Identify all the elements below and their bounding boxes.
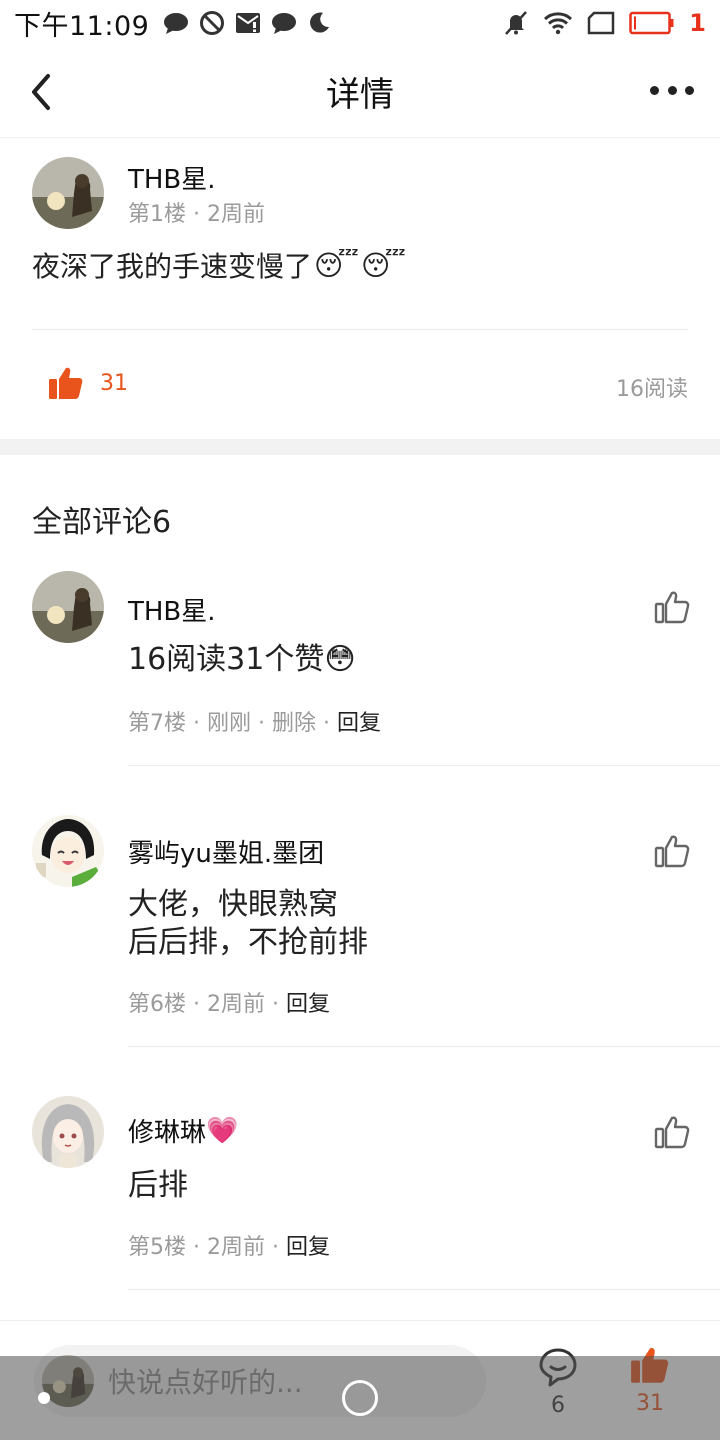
meta-separator: · — [272, 1235, 286, 1260]
post-like-count: 31 — [100, 370, 128, 396]
comment-meta: 第6楼 · 2周前 · 回复 — [128, 986, 330, 1018]
post-floor: 第1楼 — [128, 202, 186, 227]
meta-separator: · — [272, 992, 286, 1017]
post-card: THB星. 第1楼 · 2周前 夜深了我的手速变慢了 😴 😴 31 16阅读 — [0, 139, 720, 439]
divider — [128, 1289, 720, 1290]
more-menu-icon[interactable] — [650, 82, 694, 98]
comment-floor: 第6楼 — [128, 992, 186, 1017]
comment-meta: 第7楼 · 刚刚 · 删除 · 回复 — [128, 705, 381, 737]
post-author-name[interactable]: THB星. — [128, 159, 216, 196]
battery-level: 1 — [689, 9, 706, 37]
comment-time: 2周前 — [207, 992, 265, 1017]
mail-alert-icon — [236, 13, 261, 33]
comment-author-name: 雾屿yu墨姐.墨团 — [128, 839, 325, 869]
like-count: 31 — [636, 1391, 664, 1416]
reply-button[interactable]: 回复 — [337, 711, 381, 736]
divider — [128, 765, 720, 766]
chat-bubble-icon — [164, 13, 189, 34]
comment-item: THB星. 16阅读31个赞😳 第7楼 · 刚刚 · 删除 · 回复 — [0, 571, 720, 766]
post-content: 夜深了我的手速变慢了 😴 😴 — [32, 245, 406, 285]
comment-author-name: THB星. — [128, 597, 216, 627]
comment-author[interactable]: THB星. — [128, 591, 216, 628]
post-text: 夜深了我的手速变慢了 — [32, 250, 313, 283]
thumbs-up-outline-icon[interactable] — [654, 1114, 690, 1150]
comment-content: 后排 — [128, 1167, 188, 1205]
comments-heading: 全部评论6 — [32, 505, 172, 540]
comment-author-name: 修琳琳 — [128, 1118, 207, 1148]
back-arrow-icon[interactable] — [26, 72, 58, 112]
meta-separator: · — [193, 992, 207, 1017]
comment-author[interactable]: 修琳琳 💗 — [128, 1112, 238, 1149]
section-separator — [0, 439, 720, 455]
reply-button[interactable]: 回复 — [286, 1235, 330, 1260]
comment-content: 16阅读31个赞😳 — [128, 641, 356, 679]
meta-separator: · — [193, 202, 207, 227]
comment-floor: 第5楼 — [128, 1235, 186, 1260]
status-time: 下午11:09 — [14, 10, 150, 42]
sim-card-icon — [588, 11, 615, 35]
comment-avatar[interactable] — [32, 815, 104, 887]
comment-item: 修琳琳 💗 后排 第5楼 · 2周前 · 回复 — [0, 1096, 720, 1290]
comment-time: 刚刚 — [207, 711, 252, 736]
comment-author-emoji: 💗 — [206, 1115, 239, 1146]
gesture-dot — [38, 1392, 50, 1404]
comment-content: 大佬，快眼熟窝 后后排，不抢前排 — [128, 886, 368, 962]
meta-separator: · — [258, 711, 273, 736]
comment-text-line: 16阅读31个赞😳 — [128, 642, 356, 677]
comment-input[interactable]: 快说点好听的... — [34, 1345, 486, 1417]
comment-avatar[interactable] — [32, 1096, 104, 1168]
comments-button[interactable]: 6 — [536, 1347, 580, 1418]
comment-avatar[interactable] — [32, 571, 104, 643]
sleeping-emoji: 😴 — [314, 248, 359, 282]
delete-button[interactable]: 删除 — [272, 711, 316, 736]
meta-separator: · — [323, 711, 338, 736]
comment-input-placeholder: 快说点好听的... — [108, 1366, 303, 1399]
comment-text-line: 后排 — [128, 1168, 188, 1203]
blocked-icon — [200, 11, 225, 35]
comment-author[interactable]: 雾屿yu墨姐.墨团 — [128, 833, 324, 870]
thumbs-up-filled-icon — [49, 367, 83, 399]
thumbs-up-outline-icon[interactable] — [654, 833, 690, 869]
chat-bubble-icon-2 — [272, 13, 297, 34]
moon-icon — [310, 12, 330, 33]
divider — [128, 1046, 720, 1047]
meta-separator: · — [193, 711, 207, 736]
post-author-avatar[interactable] — [32, 157, 104, 229]
status-notification-icons — [163, 10, 331, 36]
mute-bell-icon — [505, 11, 528, 35]
comment-bubble-icon — [539, 1348, 577, 1387]
comment-item: 雾屿yu墨姐.墨团 大佬，快眼熟窝 后后排，不抢前排 第6楼 · 2周前 · 回… — [0, 815, 720, 1047]
home-button[interactable] — [342, 1380, 378, 1416]
battery-icon — [629, 11, 674, 35]
status-system-icons: 1 — [503, 9, 706, 37]
meta-separator: · — [193, 1235, 207, 1260]
comments-count: 6 — [551, 1393, 565, 1418]
reply-button[interactable]: 回复 — [286, 992, 330, 1017]
comment-time: 2周前 — [207, 1235, 265, 1260]
comment-text-line: 后后排，不抢前排 — [128, 925, 368, 960]
post-read-count: 16阅读 — [616, 377, 688, 402]
post-meta: 第1楼 · 2周前 — [128, 196, 265, 228]
post-time: 2周前 — [207, 202, 265, 227]
post-like-button[interactable]: 31 — [48, 365, 128, 401]
comment-text-line: 大佬，快眼熟窝 — [128, 887, 338, 922]
divider — [32, 329, 688, 330]
page-title: 详情 — [326, 75, 394, 115]
comment-floor: 第7楼 — [128, 711, 186, 736]
thumbs-up-outline-icon[interactable] — [654, 589, 690, 625]
sleeping-emoji: 😴 — [360, 248, 406, 282]
status-bar: 下午11:09 1 — [0, 0, 720, 46]
like-button[interactable]: 31 — [628, 1345, 672, 1416]
nav-bar: 详情 — [0, 46, 720, 138]
thumbs-up-filled-icon — [631, 1348, 669, 1383]
comment-meta: 第5楼 · 2周前 · 回复 — [128, 1229, 330, 1261]
wifi-icon — [544, 12, 573, 35]
